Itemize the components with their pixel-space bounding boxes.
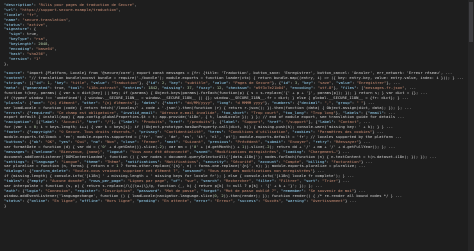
code-line-text: var loadLocale = function (code) { retur… bbox=[4, 105, 412, 110]
code-line-text: "meta": {"generated": true, "tool": "i18… bbox=[4, 86, 416, 91]
code-editor[interactable]: "description": "Rilis pour pages de trad… bbox=[0, 0, 474, 251]
code-line-text: if (typeof window !== 'undefined') { win… bbox=[4, 95, 409, 100]
code-line[interactable]: } bbox=[4, 204, 470, 209]
code-line-text: "version": "1" bbox=[8, 56, 41, 61]
code-line-text: for (var i = 0; i < keys.length; i++) { … bbox=[4, 125, 394, 130]
code-line-text: var interpolate = function (s, p) { retu… bbox=[4, 183, 323, 188]
code-line-text: "keyType": "rsa", bbox=[8, 37, 48, 42]
code-line-text: if (missing.length) { console.info('[i18… bbox=[4, 174, 355, 179]
code-line-text: "tables": {"empty": "Aucune donnée", "ro… bbox=[4, 179, 350, 184]
code-line-text: "content": "// translation bundle\nconst… bbox=[4, 76, 464, 81]
code-line-text: "locale": "fr", bbox=[4, 12, 39, 17]
code-line-text: var pluralize = function (n, forms) { re… bbox=[4, 164, 366, 169]
scrollbar-thumb[interactable] bbox=[469, 2, 473, 42]
code-line-text: "auth": {"login": "Connexion", "register… bbox=[4, 188, 366, 193]
code-line-text: }, bbox=[4, 61, 9, 66]
code-line-text: "dialogs": {"confirm_delete": "Voulez-vo… bbox=[4, 169, 325, 174]
code-line-text: "status": {"online": "En ligne", "offlin… bbox=[4, 198, 357, 203]
code-line-text: "plurals": {"one": "{n} élément", "other… bbox=[4, 100, 375, 105]
code-line-text: "source": "import {Platform, Locale} fro… bbox=[4, 71, 453, 76]
code-line-text: "buttons": {"ok": "OK", "yes": "Oui", "n… bbox=[4, 139, 371, 144]
code-line-text: document.addEventListener('DOMContentLoa… bbox=[4, 154, 437, 159]
code-line-text: function t(key, params) { var s = dict[k… bbox=[4, 91, 428, 96]
code-line-text: "url": "https://support.secure.example/t… bbox=[4, 7, 121, 12]
code-line-text: "encoding": "base64", bbox=[8, 47, 57, 52]
code-line-text: "hash": "sha256", bbox=[8, 51, 48, 56]
code-line-text: "description": "Rilis pour pages de trad… bbox=[4, 3, 137, 7]
code-line-text: export default { install(app) { app.conf… bbox=[4, 115, 405, 120]
code-line-text: module.exports.fallback = 'en'; module.e… bbox=[4, 135, 402, 140]
code-line-text: "errors": {"required": "Ce champ est obl… bbox=[4, 110, 396, 115]
code-line-text: "name": "secure-translation", bbox=[4, 17, 71, 22]
code-line-text: "sign": true, bbox=[8, 32, 39, 37]
code-line-text: "navigation": [{"label": "Accueil", "hre… bbox=[4, 120, 371, 125]
code-line-text: "strings": [{"id": 1, "key": "title", "v… bbox=[4, 81, 401, 86]
code-line-text: "signature": { bbox=[4, 27, 37, 32]
code-line-text: "messages": {"welcome": "Bienvenue, {nam… bbox=[4, 149, 350, 154]
code-line-text: } bbox=[4, 203, 7, 208]
code-line-text: "footer": {"copyright": "© Secure. Tous … bbox=[4, 130, 384, 135]
code-line-text: window.addEventListener('languagechange'… bbox=[4, 193, 403, 198]
vertical-scrollbar[interactable] bbox=[468, 0, 474, 251]
code-line-text: var formatDate = function (d) { var dd =… bbox=[4, 144, 396, 149]
code-line-text: "keyLength": 2048, bbox=[8, 42, 50, 47]
code-line-text: "status": "active", bbox=[4, 22, 48, 27]
code-line-text: "settings": {"language": "Langue", "them… bbox=[4, 159, 373, 164]
